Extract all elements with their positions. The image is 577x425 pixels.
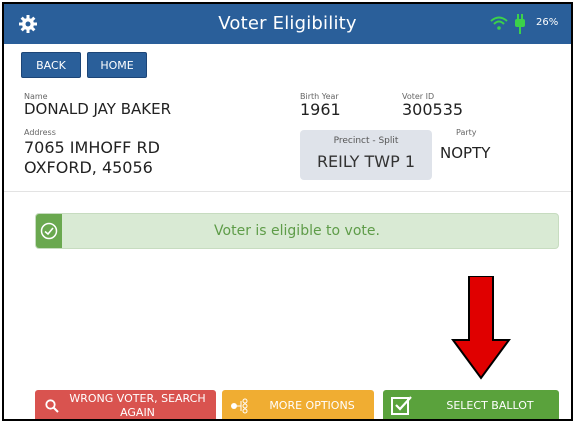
home-button[interactable]: HOME — [87, 52, 147, 78]
search-icon — [45, 399, 59, 413]
party-label: Party — [456, 128, 477, 137]
address-line2: OXFORD, 45056 — [24, 158, 153, 177]
eligibility-message: Voter is eligible to vote. — [214, 223, 380, 239]
voter-id: 300535 — [402, 100, 464, 119]
annotation-arrow-icon — [451, 276, 511, 380]
back-button[interactable]: BACK — [21, 52, 81, 78]
wrong-voter-button[interactable]: WRONG VOTER, SEARCH AGAIN — [35, 390, 216, 419]
wifi-icon — [490, 16, 508, 30]
battery-level: 26% — [536, 17, 559, 28]
checkbox-icon — [391, 396, 412, 415]
eligibility-banner: Voter is eligible to vote. — [35, 213, 559, 249]
address-line1: 7065 IMHOFF RD — [24, 138, 160, 157]
plug-icon — [515, 14, 525, 34]
voter-name: DONALD JAY BAKER — [24, 100, 171, 118]
page-title: Voter Eligibility — [218, 13, 357, 34]
more-options-button[interactable]: MORE OPTIONS — [222, 390, 374, 419]
section-divider — [4, 191, 571, 192]
precinct-box: Precinct - Split REILY TWP 1 — [300, 130, 432, 180]
header-bar: Voter Eligibility 26% — [4, 4, 571, 44]
party-value: NOPTY — [440, 144, 491, 162]
precinct-value: REILY TWP 1 — [316, 152, 416, 171]
more-options-label: MORE OPTIONS — [269, 399, 355, 412]
birth-year: 1961 — [300, 100, 341, 119]
precinct-label: Precinct - Split — [333, 136, 399, 146]
app-window: Voter Eligibility 26% BACK HOME Name DON… — [2, 2, 573, 421]
options-tree-icon — [231, 398, 248, 414]
address-label: Address — [24, 128, 56, 137]
select-ballot-button[interactable]: SELECT BALLOT — [383, 390, 559, 419]
select-ballot-label: SELECT BALLOT — [446, 399, 534, 412]
wrong-voter-label: WRONG VOTER, SEARCH AGAIN — [69, 392, 206, 419]
